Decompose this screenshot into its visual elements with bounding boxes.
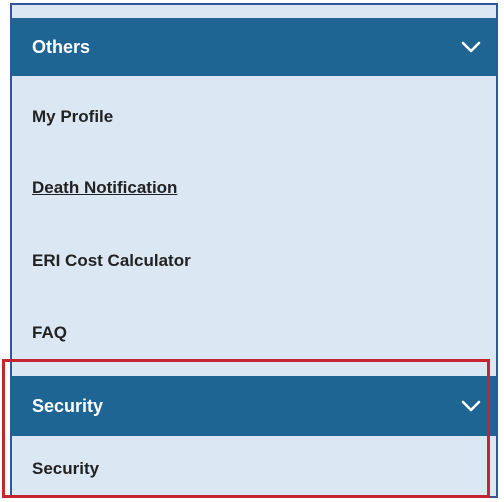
menu-item-death-notification[interactable]: Death Notification xyxy=(32,178,177,198)
section-header-others[interactable]: Others xyxy=(12,18,496,76)
section-title-security: Security xyxy=(32,395,104,416)
chevron-down-icon[interactable] xyxy=(460,36,482,58)
section-header-security[interactable]: Security xyxy=(12,376,496,436)
menu-item-security[interactable]: Security xyxy=(32,459,99,479)
menu-item-eri-cost-calculator[interactable]: ERI Cost Calculator xyxy=(32,251,191,271)
menu-item-faq[interactable]: FAQ xyxy=(32,323,67,343)
section-title-others: Others xyxy=(32,36,91,57)
menu-item-my-profile[interactable]: My Profile xyxy=(32,107,113,127)
side-menu-panel: Others My Profile Death Notification ERI… xyxy=(10,3,498,498)
chevron-down-icon[interactable] xyxy=(460,395,482,417)
